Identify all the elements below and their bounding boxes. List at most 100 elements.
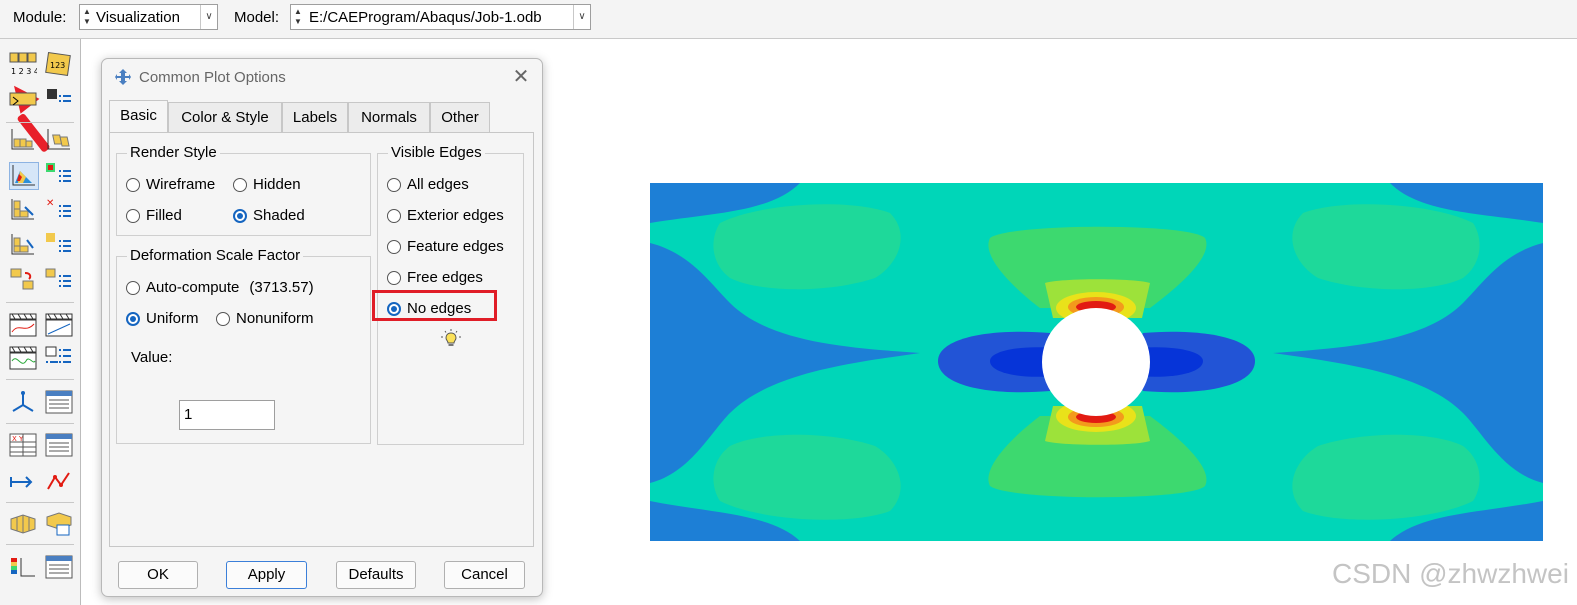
radio-indicator[interactable] [387, 270, 401, 285]
uniform-radio[interactable]: Uniform [126, 310, 199, 327]
contour-options-icon[interactable] [45, 162, 73, 188]
field-output-icon[interactable] [45, 87, 73, 113]
value-label: Value: [131, 349, 173, 366]
wireframe-radio[interactable]: Wireframe [126, 176, 215, 193]
animate-harmonic-icon[interactable] [9, 345, 37, 371]
toolbox: 1 2 3 4 123 ✕ X Y [0, 39, 81, 605]
toolbox-divider [6, 302, 74, 303]
animate-scale-factor-icon[interactable] [9, 312, 37, 338]
module-combo[interactable]: ▲ ▼ Visualization ∨ [79, 4, 218, 30]
orientation-options-icon[interactable] [45, 232, 73, 258]
create-display-group-icon[interactable] [9, 511, 37, 537]
xy-data-manager-icon[interactable] [45, 432, 73, 458]
nonuniform-label: Nonuniform [236, 310, 314, 327]
feature-edges-label: Feature edges [407, 238, 504, 255]
plot-deformed-icon[interactable] [45, 127, 73, 153]
scale-value-input[interactable]: 1 [179, 400, 275, 430]
module-label: Module: [13, 9, 67, 26]
create-xy-data-icon[interactable]: X Y [9, 432, 37, 458]
symbol-options-icon[interactable]: ✕ [45, 197, 73, 223]
svg-text:1 2 3 4: 1 2 3 4 [11, 67, 37, 76]
all-edges-label: All edges [407, 176, 469, 193]
auto-compute-radio[interactable]: Auto-compute (3713.57) [126, 279, 314, 296]
auto-compute-label: Auto-compute [146, 279, 240, 296]
radio-indicator[interactable] [216, 311, 230, 326]
dialog-app-icon [115, 69, 131, 85]
radio-indicator-selected[interactable] [126, 311, 140, 326]
model-label: Model: [234, 9, 280, 26]
hidden-radio[interactable]: Hidden [233, 176, 301, 193]
model-combo[interactable]: ▲ ▼ E:/CAEProgram/Abaqus/Job-1.odb ∨ [290, 4, 591, 30]
plot-undeformed-icon[interactable] [9, 127, 37, 153]
render-style-group: Render Style Wireframe Hidden Filled Sha… [116, 144, 371, 236]
free-edges-label: Free edges [407, 269, 483, 286]
contour-lightgreen-top-left [713, 204, 901, 290]
frame-select-icon[interactable]: 123 [45, 52, 73, 78]
tab-normals[interactable]: Normals [348, 102, 430, 132]
view-cut-manager-icon[interactable] [45, 389, 73, 415]
svg-text:✕: ✕ [46, 198, 54, 209]
wireframe-label: Wireframe [146, 176, 216, 193]
allow-multiple-plot-states-icon[interactable] [9, 267, 37, 293]
animate-time-history-icon[interactable] [45, 312, 73, 338]
tab-other[interactable]: Other [430, 102, 490, 132]
step-frame-icon[interactable]: 1 2 3 4 [9, 52, 37, 78]
filled-radio[interactable]: Filled [126, 207, 182, 224]
spinner-icon[interactable]: ▲ ▼ [82, 7, 92, 27]
radio-indicator[interactable] [387, 208, 401, 223]
radio-indicator-selected[interactable] [233, 208, 247, 223]
chevron-down-icon[interactable]: ∨ [573, 5, 590, 29]
shaded-radio[interactable]: Shaded [233, 207, 305, 224]
create-path-icon[interactable] [9, 469, 37, 495]
context-bar: Module: ▲ ▼ Visualization ∨ Model: ▲ ▼ E:/… [0, 0, 1577, 39]
superimpose-options-icon[interactable] [45, 267, 73, 293]
toolbox-divider [6, 379, 74, 380]
display-group-manager-icon[interactable] [45, 511, 73, 537]
cancel-button[interactable]: Cancel [444, 561, 525, 589]
contour-lightgreen-bottom-right [1292, 434, 1480, 520]
toolbox-divider [6, 544, 74, 545]
toolbox-divider [6, 423, 74, 424]
create-view-cut-icon[interactable] [9, 389, 37, 415]
radio-indicator[interactable] [126, 280, 140, 295]
radio-indicator[interactable] [126, 208, 140, 223]
apply-button[interactable]: Apply [226, 561, 307, 589]
tab-labels[interactable]: Labels [282, 102, 348, 132]
radio-indicator[interactable] [126, 177, 140, 192]
ok-button[interactable]: OK [118, 561, 198, 589]
nonuniform-radio[interactable]: Nonuniform [216, 310, 314, 327]
plot-symbols-icon[interactable] [9, 197, 37, 223]
plot-material-orientations-icon[interactable] [9, 232, 37, 258]
spinner-icon[interactable]: ▲ ▼ [293, 7, 303, 27]
contour-plot[interactable] [650, 183, 1543, 541]
viewport-legend-icon[interactable] [9, 554, 37, 580]
plot-contours-icon[interactable] [9, 162, 39, 190]
close-icon[interactable]: ✕ [510, 66, 532, 88]
report-manager-icon[interactable] [45, 554, 73, 580]
all-edges-radio[interactable]: All edges [387, 176, 469, 193]
lightbulb-icon[interactable] [441, 329, 461, 349]
feature-edges-radio[interactable]: Feature edges [387, 238, 504, 255]
uniform-label: Uniform [146, 310, 199, 327]
animation-options-icon[interactable] [45, 345, 73, 371]
filled-label: Filled [146, 207, 182, 224]
chevron-down-icon[interactable]: ∨ [200, 5, 217, 29]
radio-indicator[interactable] [233, 177, 247, 192]
plot-xy-data-icon[interactable] [45, 469, 73, 495]
deformation-scale-title: Deformation Scale Factor [127, 247, 304, 264]
defaults-button[interactable]: Defaults [336, 561, 416, 589]
tab-basic[interactable]: Basic [109, 100, 168, 132]
toolbox-divider [6, 122, 74, 123]
radio-indicator[interactable] [387, 239, 401, 254]
exterior-edges-radio[interactable]: Exterior edges [387, 207, 504, 224]
free-edges-radio[interactable]: Free edges [387, 269, 483, 286]
radio-indicator[interactable] [387, 177, 401, 192]
result-options-icon[interactable] [9, 87, 37, 113]
contour-lightgreen-bottom-left [713, 434, 901, 520]
hidden-label: Hidden [253, 176, 301, 193]
contour-lightgreen-top-right [1292, 204, 1480, 290]
toolbox-divider [6, 502, 74, 503]
tab-color-style[interactable]: Color & Style [168, 102, 282, 132]
auto-compute-value: (3713.57) [249, 279, 314, 296]
no-edges-highlight [372, 290, 497, 321]
